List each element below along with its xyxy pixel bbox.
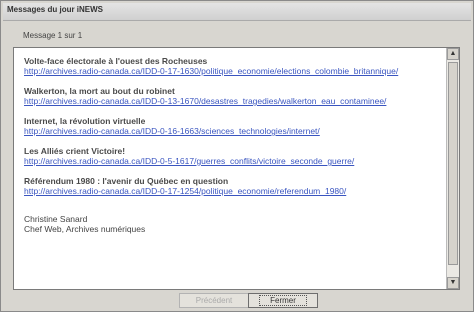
previous-button[interactable]: Précédent xyxy=(179,293,249,308)
close-button-label: Fermer xyxy=(259,295,307,306)
news-item-title: Référendum 1980 : l'avenir du Québec en … xyxy=(24,176,229,186)
message-text: Volte-face électorale à l'ouest des Roch… xyxy=(24,56,442,234)
news-item-title: Les Alliés crient Victoire! xyxy=(24,146,126,156)
news-item: Internet, la révolution virtuelle http:/… xyxy=(24,116,442,136)
scroll-down-arrow-icon[interactable]: ▼ xyxy=(447,277,459,289)
news-item-link[interactable]: http://archives.radio-canada.ca/IDD-0-17… xyxy=(24,66,442,76)
messages-dialog: Messages du jour iNEWS Message 1 sur 1 V… xyxy=(0,0,474,312)
news-item-link[interactable]: http://archives.radio-canada.ca/IDD-0-16… xyxy=(24,126,442,136)
signature-name: Christine Sanard xyxy=(24,214,88,224)
scrollbar-thumb[interactable] xyxy=(448,62,458,265)
message-count-label: Message 1 sur 1 xyxy=(23,31,83,40)
news-item-link[interactable]: http://archives.radio-canada.ca/IDD-0-5-… xyxy=(24,156,442,166)
news-item-link[interactable]: http://archives.radio-canada.ca/IDD-0-13… xyxy=(24,96,442,106)
scroll-up-arrow-icon[interactable]: ▲ xyxy=(447,48,459,60)
news-item-title: Walkerton, la mort au bout du robinet xyxy=(24,86,175,96)
title-bar: Messages du jour iNEWS xyxy=(3,3,471,21)
window-title: Messages du jour iNEWS xyxy=(7,5,104,14)
message-body[interactable]: Volte-face électorale à l'ouest des Roch… xyxy=(13,47,460,290)
close-button[interactable]: Fermer xyxy=(248,293,318,308)
previous-button-label: Précédent xyxy=(195,296,233,305)
news-item-link[interactable]: http://archives.radio-canada.ca/IDD-0-17… xyxy=(24,186,442,196)
news-item-title: Volte-face électorale à l'ouest des Roch… xyxy=(24,56,208,66)
news-item: Les Alliés crient Victoire! http://archi… xyxy=(24,146,442,166)
news-item: Référendum 1980 : l'avenir du Québec en … xyxy=(24,176,442,196)
signature: Christine Sanard Chef Web, Archives numé… xyxy=(24,214,442,234)
news-item: Volte-face électorale à l'ouest des Roch… xyxy=(24,56,442,76)
news-item-title: Internet, la révolution virtuelle xyxy=(24,116,146,126)
vertical-scrollbar[interactable]: ▲ ▼ xyxy=(446,48,459,289)
signature-role: Chef Web, Archives numériques xyxy=(24,224,146,234)
news-item: Walkerton, la mort au bout du robinet ht… xyxy=(24,86,442,106)
